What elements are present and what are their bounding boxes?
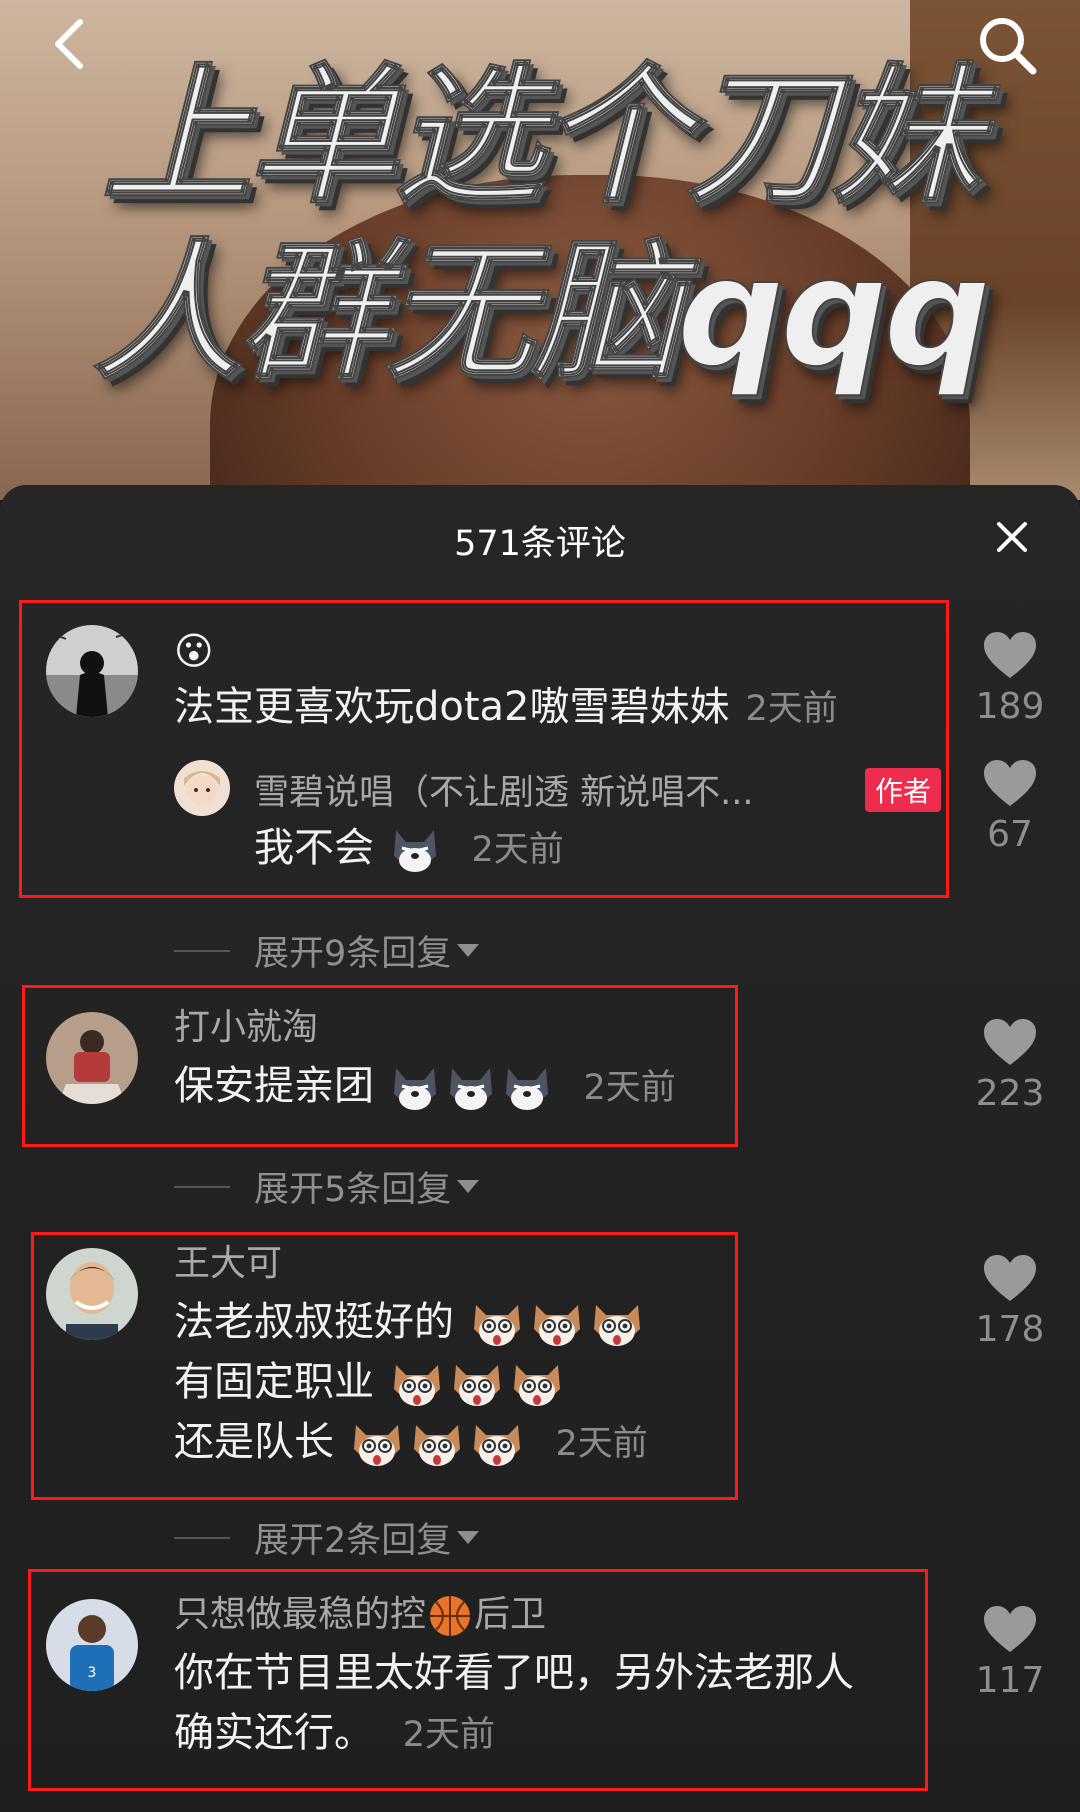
like-count: 178 (975, 1309, 1045, 1350)
chevron-down-icon (457, 1180, 480, 1193)
expand-replies-button[interactable]: 展开9条回复 (174, 925, 480, 976)
heart-icon (984, 1606, 1036, 1652)
video-caption-line1: 上单选个刀妹 (101, 50, 983, 224)
highlight-box (31, 1232, 738, 1500)
highlight-box (22, 985, 738, 1147)
comment-count-title: 571条评论 (454, 524, 626, 564)
heart-icon (984, 760, 1036, 806)
back-button[interactable] (40, 14, 100, 74)
reply-like-count: 67 (987, 814, 1033, 855)
divider-line (174, 949, 230, 952)
chevron-down-icon (457, 944, 480, 957)
like-count: 189 (975, 686, 1045, 727)
divider-line (174, 1185, 230, 1188)
expand-replies-label: 展开5条回复 (254, 1170, 452, 1210)
expand-replies-label: 展开2条回复 (254, 1521, 452, 1561)
expand-replies-button[interactable]: 展开5条回复 (174, 1161, 480, 1212)
like-count: 117 (975, 1660, 1045, 1701)
close-button[interactable] (982, 507, 1042, 567)
heart-icon (984, 632, 1036, 678)
highlight-box (19, 600, 949, 898)
close-icon (997, 522, 1027, 552)
comment-sheet: 571条评论 😮 法宝更喜欢玩dota2嗷雪碧妹妹 2天前 189 雪碧说唱（不… (0, 485, 1080, 1812)
highlight-box (28, 1569, 928, 1791)
like-button[interactable]: 189 (970, 630, 1050, 727)
like-button[interactable]: 117 (970, 1604, 1050, 1701)
like-button[interactable]: 178 (970, 1253, 1050, 1350)
reply-like-button[interactable]: 67 (970, 758, 1050, 855)
divider-line (174, 1536, 230, 1539)
back-arrow-icon (55, 19, 83, 69)
like-button[interactable]: 223 (970, 1017, 1050, 1114)
like-count: 223 (975, 1073, 1045, 1114)
video-caption-line2: 人群无脑qqq (92, 226, 992, 400)
search-button[interactable] (972, 10, 1042, 80)
video-player[interactable]: 上单选个刀妹 人群无脑qqq (0, 0, 1080, 500)
expand-replies-button[interactable]: 展开2条回复 (174, 1512, 480, 1563)
search-icon (980, 18, 1037, 75)
heart-icon (984, 1255, 1036, 1301)
heart-icon (984, 1019, 1036, 1065)
chevron-down-icon (457, 1531, 480, 1544)
expand-replies-label: 展开9条回复 (254, 934, 452, 974)
